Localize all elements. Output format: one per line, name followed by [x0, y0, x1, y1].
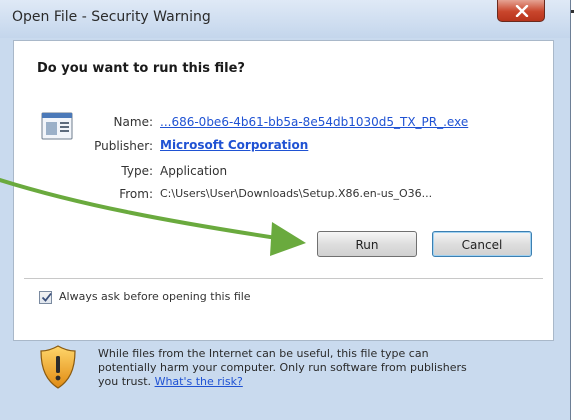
dialog-heading: Do you want to run this file?: [37, 61, 245, 76]
content-divider: [24, 278, 543, 279]
run-button[interactable]: Run: [317, 231, 417, 257]
type-value: Application: [160, 164, 228, 178]
warning-line-2: potentially harm your computer. Only run…: [98, 361, 467, 374]
cancel-button[interactable]: Cancel: [432, 231, 532, 257]
checkmark-icon: [41, 292, 52, 302]
warning-line-3: you trust. What's the risk?: [98, 375, 548, 389]
from-label: From:: [119, 187, 153, 201]
title-bar: Open File - Security Warning: [0, 0, 570, 38]
close-icon: [515, 5, 529, 17]
always-ask-checkbox[interactable]: [39, 291, 52, 304]
name-label: Name:: [113, 115, 153, 129]
warning-line-3-text: you trust.: [98, 375, 152, 388]
warning-shield-icon: [40, 345, 76, 389]
window-title: Open File - Security Warning: [12, 9, 211, 25]
whats-the-risk-link[interactable]: What's the risk?: [155, 375, 243, 388]
name-link[interactable]: ...686-0be6-4b61-bb5a-8e54db1030d5_TX_PR…: [160, 115, 468, 129]
publisher-link[interactable]: Microsoft Corporation: [160, 138, 308, 152]
publisher-label: Publisher:: [94, 139, 153, 153]
warning-message: While files from the Internet can be use…: [98, 347, 548, 389]
security-warning-dialog: Open File - Security Warning Do you want…: [0, 0, 571, 420]
dialog-content-panel: Do you want to run this file? Name: ...6…: [13, 40, 554, 341]
type-label: Type:: [121, 164, 153, 178]
close-button[interactable]: [497, 0, 545, 22]
from-value: C:\Users\User\Downloads\Setup.X86.en-us_…: [160, 187, 433, 200]
always-ask-label: Always ask before opening this file: [59, 290, 251, 303]
warning-line-1: While files from the Internet can be use…: [98, 347, 429, 360]
warning-footer: While files from the Internet can be use…: [13, 341, 554, 420]
